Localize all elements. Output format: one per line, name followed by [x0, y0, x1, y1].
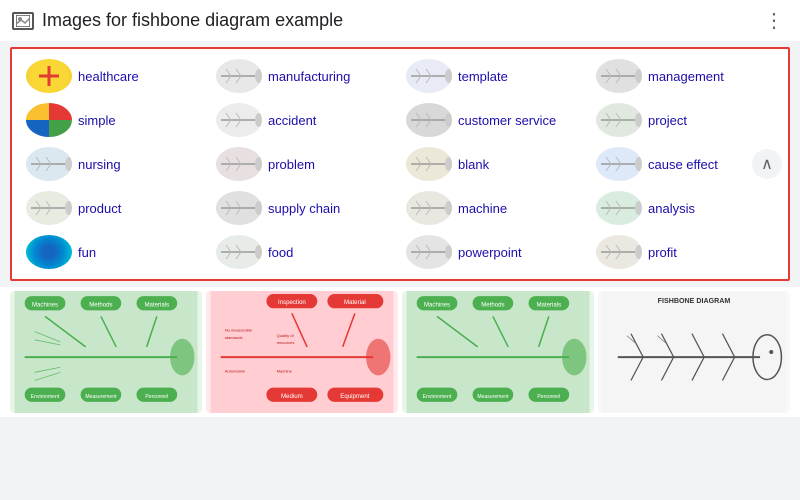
tag-label-analysis: analysis	[648, 201, 695, 216]
tag-label-fun: fun	[78, 245, 96, 260]
tag-thumb-powerpoint	[406, 235, 452, 269]
tag-item-simple[interactable]: simple	[22, 101, 208, 139]
collapse-button[interactable]: ∧	[752, 149, 782, 179]
tag-label-nursing: nursing	[78, 157, 121, 172]
svg-text:Methods: Methods	[481, 301, 504, 308]
tag-thumb-supplychain	[216, 191, 262, 225]
tag-thumb-product	[26, 191, 72, 225]
tag-item-food[interactable]: food	[212, 233, 398, 271]
image-fishbone-1[interactable]: Machines Methods Materials Environment M…	[10, 291, 202, 413]
tags-grid: healthcare manufacturing template	[22, 57, 778, 271]
svg-text:Personnel: Personnel	[537, 394, 560, 400]
svg-text:Medium: Medium	[281, 393, 303, 400]
tag-item-customerservice[interactable]: customer service	[402, 101, 588, 139]
svg-text:Methods: Methods	[89, 301, 112, 308]
image-fishbone-2[interactable]: Inspection Material Medium Equipment No …	[206, 291, 398, 413]
tag-item-supplychain[interactable]: supply chain	[212, 189, 398, 227]
svg-text:Quality of: Quality of	[277, 333, 295, 338]
tag-thumb-causeeffect	[596, 147, 642, 181]
tag-item-fun[interactable]: fun	[22, 233, 208, 271]
bottom-images: Machines Methods Materials Environment M…	[0, 287, 800, 417]
svg-text:Environment: Environment	[423, 394, 452, 400]
svg-text:Personnel: Personnel	[145, 394, 168, 400]
tag-label-healthcare: healthcare	[78, 69, 139, 84]
svg-text:Automation: Automation	[225, 368, 245, 373]
svg-text:Machines: Machines	[32, 301, 58, 308]
tag-label-template: template	[458, 69, 508, 84]
tag-item-analysis[interactable]: analysis	[592, 189, 778, 227]
image-fishbone-4[interactable]: FISHBONE DIAGRAM	[598, 291, 790, 413]
svg-text:Inspection: Inspection	[278, 299, 306, 306]
tag-label-customerservice: customer service	[458, 113, 556, 128]
svg-text:Machine: Machine	[277, 368, 293, 373]
tag-item-accident[interactable]: accident	[212, 101, 398, 139]
tag-thumb-food	[216, 235, 262, 269]
svg-text:Equipment: Equipment	[340, 393, 369, 400]
more-options-button[interactable]: ⋮	[760, 8, 788, 33]
tag-label-manufacturing: manufacturing	[268, 69, 350, 84]
tag-label-profit: profit	[648, 245, 677, 260]
tag-label-product: product	[78, 201, 121, 216]
svg-text:Materials: Materials	[536, 301, 561, 308]
svg-text:FISHBONE DIAGRAM: FISHBONE DIAGRAM	[658, 297, 731, 305]
tag-item-problem[interactable]: problem	[212, 145, 398, 183]
svg-text:Measurement: Measurement	[477, 394, 509, 400]
tag-item-powerpoint[interactable]: powerpoint	[402, 233, 588, 271]
tag-label-blank: blank	[458, 157, 489, 172]
tag-item-profit[interactable]: profit	[592, 233, 778, 271]
tag-item-template[interactable]: template	[402, 57, 588, 95]
svg-text:Materials: Materials	[144, 301, 169, 308]
tag-item-project[interactable]: project	[592, 101, 778, 139]
svg-text:Environment: Environment	[31, 394, 60, 400]
tag-label-causeeffect: cause effect	[648, 157, 718, 172]
tag-thumb-profit	[596, 235, 642, 269]
tag-item-machine[interactable]: machine	[402, 189, 588, 227]
tag-label-simple: simple	[78, 113, 116, 128]
tag-label-problem: problem	[268, 157, 315, 172]
svg-text:No measurable: No measurable	[225, 328, 253, 333]
tag-thumb-fun	[26, 235, 72, 269]
svg-text:Machines: Machines	[424, 301, 450, 308]
page-title: Images for fishbone diagram example	[42, 10, 752, 31]
tag-label-powerpoint: powerpoint	[458, 245, 522, 260]
tags-section: healthcare manufacturing template	[10, 47, 790, 281]
tag-thumb-project	[596, 103, 642, 137]
tag-thumb-template	[406, 59, 452, 93]
tag-item-product[interactable]: product	[22, 189, 208, 227]
tag-thumb-healthcare	[26, 59, 72, 93]
tag-label-accident: accident	[268, 113, 316, 128]
tag-thumb-simple	[26, 103, 72, 137]
tag-label-project: project	[648, 113, 687, 128]
svg-text:standards: standards	[225, 335, 243, 340]
tag-label-food: food	[268, 245, 293, 260]
tag-thumb-problem	[216, 147, 262, 181]
tag-thumb-management	[596, 59, 642, 93]
tag-item-causeeffect[interactable]: cause effect	[592, 145, 778, 183]
tag-thumb-customerservice	[406, 103, 452, 137]
tag-item-manufacturing[interactable]: manufacturing	[212, 57, 398, 95]
image-fishbone-3[interactable]: Machines Methods Materials Environment M…	[402, 291, 594, 413]
header: Images for fishbone diagram example ⋮	[0, 0, 800, 41]
tag-thumb-nursing	[26, 147, 72, 181]
tag-thumb-manufacturing	[216, 59, 262, 93]
tag-item-nursing[interactable]: nursing	[22, 145, 208, 183]
svg-text:resources: resources	[277, 340, 295, 345]
tag-label-supplychain: supply chain	[268, 201, 340, 216]
tag-item-healthcare[interactable]: healthcare	[22, 57, 208, 95]
svg-text:Measurement: Measurement	[85, 394, 117, 400]
tag-label-management: management	[648, 69, 724, 84]
tag-item-blank[interactable]: blank	[402, 145, 588, 183]
tag-thumb-blank	[406, 147, 452, 181]
tag-thumb-accident	[216, 103, 262, 137]
tag-label-machine: machine	[458, 201, 507, 216]
tag-thumb-analysis	[596, 191, 642, 225]
tag-item-management[interactable]: management	[592, 57, 778, 95]
image-icon	[12, 12, 34, 30]
tag-thumb-machine	[406, 191, 452, 225]
svg-text:Material: Material	[344, 299, 366, 306]
